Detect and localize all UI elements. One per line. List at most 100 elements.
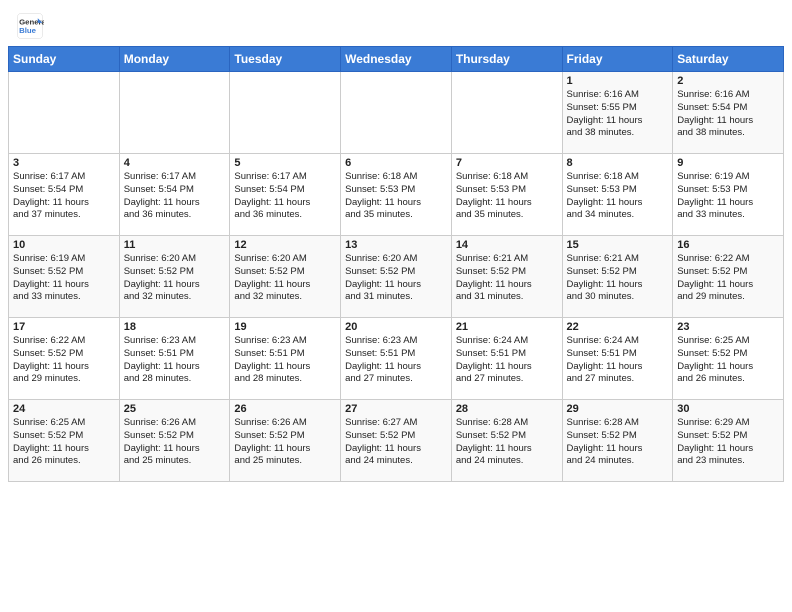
day-cell: 11 Sunrise: 6:20 AM Sunset: 5:52 PM Dayli…	[119, 236, 230, 318]
day-info: Sunrise: 6:20 AM Sunset: 5:52 PM Dayligh…	[345, 253, 447, 304]
day-cell: 4 Sunrise: 6:17 AM Sunset: 5:54 PM Daylig…	[119, 154, 230, 236]
day-info: Sunrise: 6:16 AM Sunset: 5:55 PM Dayligh…	[567, 89, 669, 140]
day-info: Sunrise: 6:21 AM Sunset: 5:52 PM Dayligh…	[567, 253, 669, 304]
day-cell: 6 Sunrise: 6:18 AM Sunset: 5:53 PM Daylig…	[341, 154, 452, 236]
day-number: 9	[677, 157, 779, 169]
day-cell: 19Sunrise: 6:23 AM Sunset: 5:51 PM Dayli…	[230, 318, 341, 400]
day-cell: 16Sunrise: 6:22 AM Sunset: 5:52 PM Dayli…	[673, 236, 784, 318]
calendar-table: SundayMondayTuesdayWednesdayThursdayFrid…	[8, 46, 784, 482]
day-number: 6	[345, 157, 447, 169]
header: General Blue	[0, 0, 792, 46]
week-row-1: 3 Sunrise: 6:17 AM Sunset: 5:54 PM Daylig…	[9, 154, 784, 236]
day-cell: 27 Sunrise: 6:27 AM Sunset: 5:52 PM Dayli…	[341, 400, 452, 482]
svg-text:Blue: Blue	[19, 26, 37, 35]
day-number: 5	[234, 157, 336, 169]
day-info: Sunrise: 6:20 AM Sunset: 5:52 PM Dayligh…	[124, 253, 226, 304]
weekday-header-monday: Monday	[119, 47, 230, 72]
day-cell: 29Sunrise: 6:28 AM Sunset: 5:52 PM Dayli…	[562, 400, 673, 482]
day-cell: 18 Sunrise: 6:23 AM Sunset: 5:51 PM Dayli…	[119, 318, 230, 400]
day-info: Sunrise: 6:19 AM Sunset: 5:52 PM Dayligh…	[13, 253, 115, 304]
day-cell: 9 Sunrise: 6:19 AM Sunset: 5:53 PM Daylig…	[673, 154, 784, 236]
calendar-header: SundayMondayTuesdayWednesdayThursdayFrid…	[9, 47, 784, 72]
day-cell: 30Sunrise: 6:29 AM Sunset: 5:52 PM Dayli…	[673, 400, 784, 482]
day-cell: 2 Sunrise: 6:16 AM Sunset: 5:54 PM Daylig…	[673, 72, 784, 154]
day-number: 28	[456, 403, 558, 415]
weekday-header-friday: Friday	[562, 47, 673, 72]
day-info: Sunrise: 6:18 AM Sunset: 5:53 PM Dayligh…	[456, 171, 558, 222]
day-number: 20	[345, 321, 447, 333]
weekday-header-wednesday: Wednesday	[341, 47, 452, 72]
day-cell: 14Sunrise: 6:21 AM Sunset: 5:52 PM Dayli…	[451, 236, 562, 318]
weekday-header-tuesday: Tuesday	[230, 47, 341, 72]
day-cell: 25Sunrise: 6:26 AM Sunset: 5:52 PM Dayli…	[119, 400, 230, 482]
weekday-header-thursday: Thursday	[451, 47, 562, 72]
day-number: 23	[677, 321, 779, 333]
day-info: Sunrise: 6:23 AM Sunset: 5:51 PM Dayligh…	[124, 335, 226, 386]
day-number: 1	[567, 75, 669, 87]
day-cell	[230, 72, 341, 154]
day-cell: 10 Sunrise: 6:19 AM Sunset: 5:52 PM Dayli…	[9, 236, 120, 318]
day-cell: 28 Sunrise: 6:28 AM Sunset: 5:52 PM Dayli…	[451, 400, 562, 482]
page: General Blue SundayMondayTuesdayWednesda…	[0, 0, 792, 612]
day-cell: 17Sunrise: 6:22 AM Sunset: 5:52 PM Dayli…	[9, 318, 120, 400]
day-info: Sunrise: 6:22 AM Sunset: 5:52 PM Dayligh…	[13, 335, 115, 386]
day-number: 15	[567, 239, 669, 251]
day-cell: 5 Sunrise: 6:17 AM Sunset: 5:54 PM Daylig…	[230, 154, 341, 236]
day-info: Sunrise: 6:17 AM Sunset: 5:54 PM Dayligh…	[234, 171, 336, 222]
day-number: 13	[345, 239, 447, 251]
day-number: 24	[13, 403, 115, 415]
day-number: 16	[677, 239, 779, 251]
day-cell: 15 Sunrise: 6:21 AM Sunset: 5:52 PM Dayli…	[562, 236, 673, 318]
day-cell	[451, 72, 562, 154]
logo-icon: General Blue	[16, 12, 44, 40]
week-row-3: 17Sunrise: 6:22 AM Sunset: 5:52 PM Dayli…	[9, 318, 784, 400]
day-number: 11	[124, 239, 226, 251]
day-cell: 26Sunrise: 6:26 AM Sunset: 5:52 PM Dayli…	[230, 400, 341, 482]
day-number: 27	[345, 403, 447, 415]
day-info: Sunrise: 6:20 AM Sunset: 5:52 PM Dayligh…	[234, 253, 336, 304]
day-info: Sunrise: 6:26 AM Sunset: 5:52 PM Dayligh…	[124, 417, 226, 468]
day-info: Sunrise: 6:24 AM Sunset: 5:51 PM Dayligh…	[456, 335, 558, 386]
day-number: 10	[13, 239, 115, 251]
day-number: 21	[456, 321, 558, 333]
day-info: Sunrise: 6:19 AM Sunset: 5:53 PM Dayligh…	[677, 171, 779, 222]
day-cell	[119, 72, 230, 154]
day-info: Sunrise: 6:17 AM Sunset: 5:54 PM Dayligh…	[124, 171, 226, 222]
day-number: 12	[234, 239, 336, 251]
day-cell: 20 Sunrise: 6:23 AM Sunset: 5:51 PM Dayli…	[341, 318, 452, 400]
day-info: Sunrise: 6:26 AM Sunset: 5:52 PM Dayligh…	[234, 417, 336, 468]
day-number: 18	[124, 321, 226, 333]
day-cell: 7 Sunrise: 6:18 AM Sunset: 5:53 PM Daylig…	[451, 154, 562, 236]
weekday-header-sunday: Sunday	[9, 47, 120, 72]
day-info: Sunrise: 6:23 AM Sunset: 5:51 PM Dayligh…	[345, 335, 447, 386]
day-cell: 13 Sunrise: 6:20 AM Sunset: 5:52 PM Dayli…	[341, 236, 452, 318]
day-number: 29	[567, 403, 669, 415]
day-info: Sunrise: 6:25 AM Sunset: 5:52 PM Dayligh…	[13, 417, 115, 468]
week-row-2: 10 Sunrise: 6:19 AM Sunset: 5:52 PM Dayli…	[9, 236, 784, 318]
day-number: 4	[124, 157, 226, 169]
week-row-0: 1 Sunrise: 6:16 AM Sunset: 5:55 PM Daylig…	[9, 72, 784, 154]
day-cell	[9, 72, 120, 154]
day-info: Sunrise: 6:17 AM Sunset: 5:54 PM Dayligh…	[13, 171, 115, 222]
day-number: 2	[677, 75, 779, 87]
day-number: 8	[567, 157, 669, 169]
week-row-4: 24 Sunrise: 6:25 AM Sunset: 5:52 PM Dayli…	[9, 400, 784, 482]
calendar-body: 1 Sunrise: 6:16 AM Sunset: 5:55 PM Daylig…	[9, 72, 784, 482]
logo: General Blue	[16, 12, 48, 40]
day-info: Sunrise: 6:23 AM Sunset: 5:51 PM Dayligh…	[234, 335, 336, 386]
day-info: Sunrise: 6:27 AM Sunset: 5:52 PM Dayligh…	[345, 417, 447, 468]
day-cell: 1 Sunrise: 6:16 AM Sunset: 5:55 PM Daylig…	[562, 72, 673, 154]
day-number: 3	[13, 157, 115, 169]
day-cell: 12 Sunrise: 6:20 AM Sunset: 5:52 PM Dayli…	[230, 236, 341, 318]
day-info: Sunrise: 6:24 AM Sunset: 5:51 PM Dayligh…	[567, 335, 669, 386]
day-info: Sunrise: 6:25 AM Sunset: 5:52 PM Dayligh…	[677, 335, 779, 386]
day-cell: 21 Sunrise: 6:24 AM Sunset: 5:51 PM Dayli…	[451, 318, 562, 400]
day-info: Sunrise: 6:28 AM Sunset: 5:52 PM Dayligh…	[456, 417, 558, 468]
day-info: Sunrise: 6:18 AM Sunset: 5:53 PM Dayligh…	[345, 171, 447, 222]
weekday-row: SundayMondayTuesdayWednesdayThursdayFrid…	[9, 47, 784, 72]
day-number: 14	[456, 239, 558, 251]
weekday-header-saturday: Saturday	[673, 47, 784, 72]
day-number: 7	[456, 157, 558, 169]
day-number: 22	[567, 321, 669, 333]
day-info: Sunrise: 6:16 AM Sunset: 5:54 PM Dayligh…	[677, 89, 779, 140]
